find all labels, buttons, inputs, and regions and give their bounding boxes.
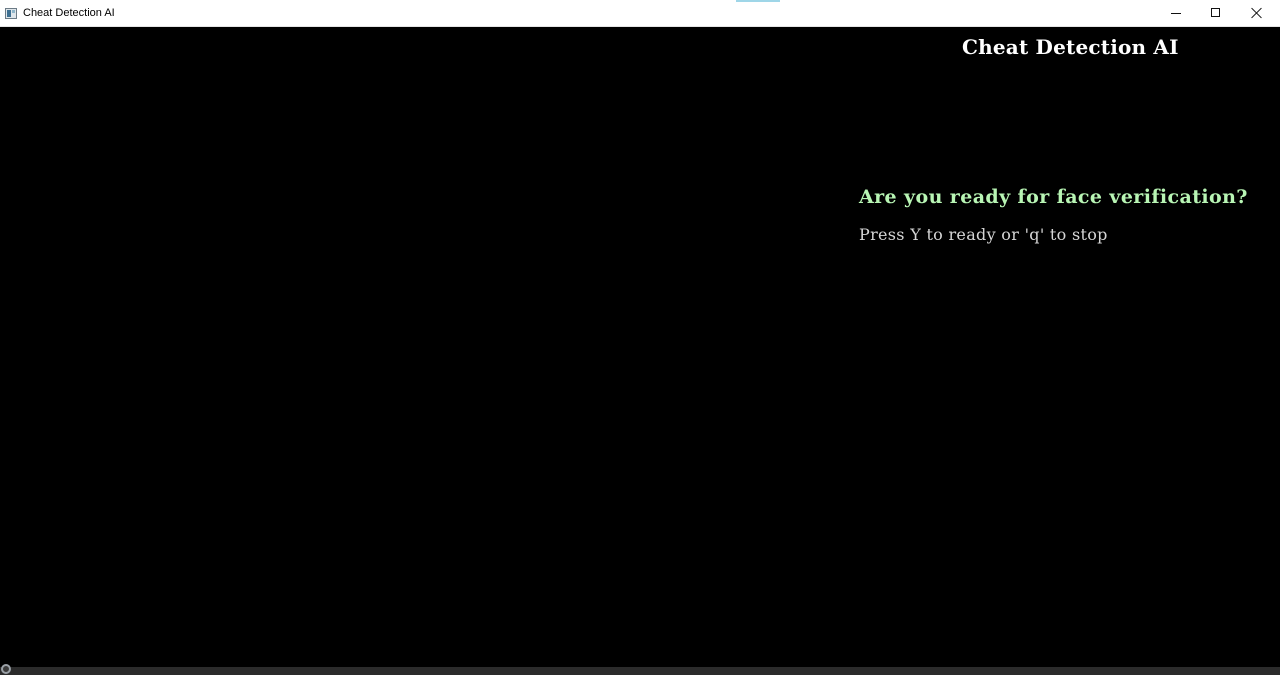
minimize-button[interactable]: [1156, 0, 1196, 27]
maximize-button[interactable]: [1196, 0, 1236, 27]
title-bar[interactable]: Cheat Detection AI: [0, 0, 1280, 27]
taskbar-strip: [0, 667, 1280, 675]
close-button[interactable]: [1237, 0, 1277, 27]
minimize-icon: [1171, 13, 1181, 14]
video-canvas: Cheat Detection AI Are you ready for fac…: [0, 27, 1280, 667]
verification-question: Are you ready for face verification?: [859, 186, 1248, 208]
close-icon: [1251, 7, 1262, 18]
app-window-icon[interactable]: [5, 8, 17, 19]
window-title: Cheat Detection AI: [23, 7, 115, 19]
app-heading: Cheat Detection AI: [962, 35, 1179, 59]
key-hint: Press Y to ready or 'q' to stop: [859, 225, 1108, 244]
maximize-icon: [1211, 8, 1220, 17]
corner-icon: [1, 664, 11, 674]
title-bar-accent: [736, 0, 780, 2]
app-window: Cheat Detection AI Cheat Detection AI Ar…: [0, 0, 1280, 675]
